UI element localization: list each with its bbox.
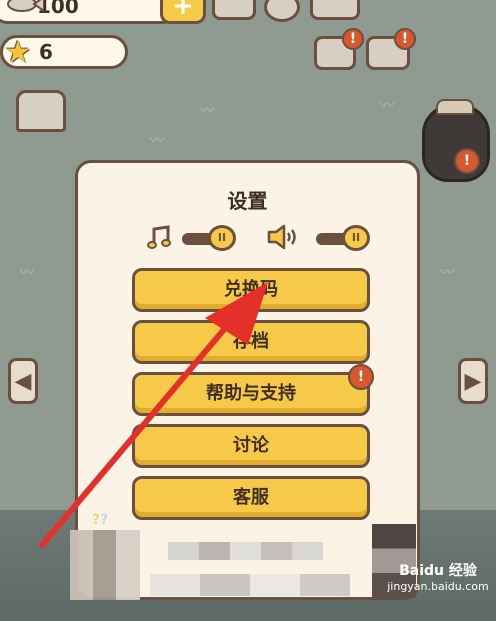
watermark-main: Baidu 经验 xyxy=(399,563,477,579)
watermark-url: jingyan.baidu.com xyxy=(387,580,489,593)
baidu-watermark: Baidu 经验 jingyan.baidu.com xyxy=(382,560,494,593)
annotation-arrow xyxy=(39,282,268,548)
